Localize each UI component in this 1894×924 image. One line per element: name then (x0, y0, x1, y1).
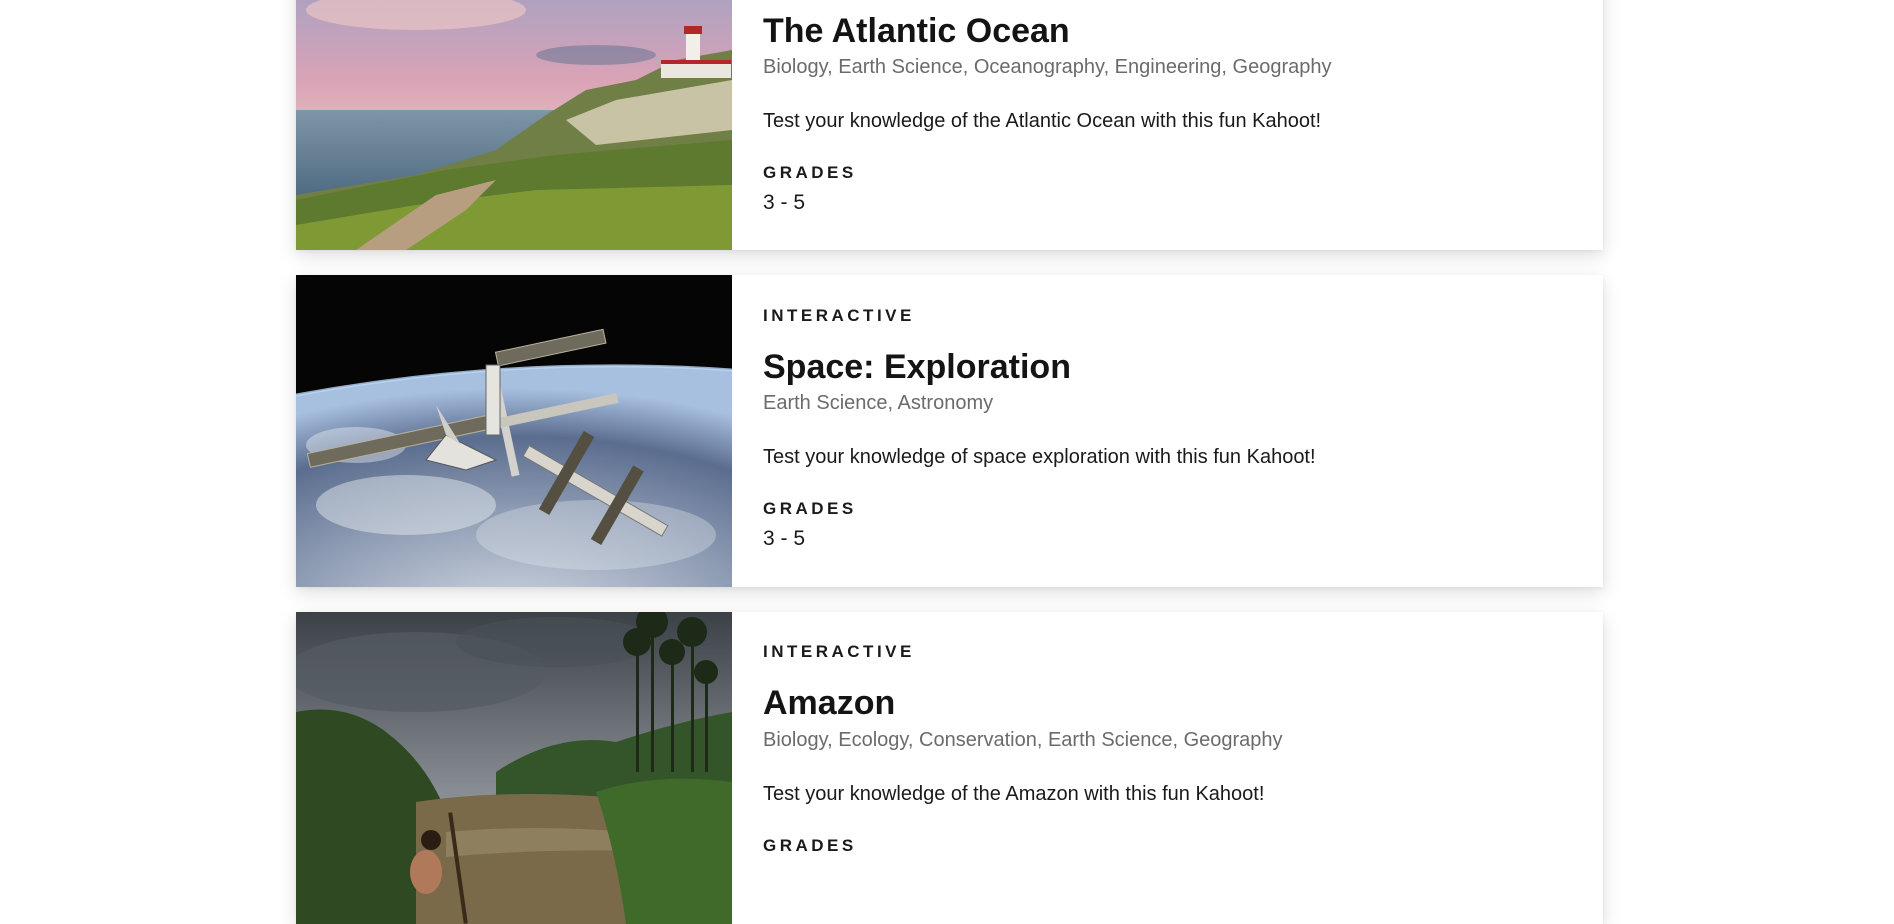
amazon-thumbnail[interactable] (296, 612, 732, 924)
grades-label: GRADES (763, 836, 857, 855)
grades-label: GRADES (763, 499, 857, 518)
resource-card-atlantic-ocean[interactable]: The Atlantic Ocean Biology, Earth Scienc… (296, 0, 1603, 250)
grades-value: 3 - 5 (763, 527, 806, 550)
resource-subjects: Earth Science, Astronomy (763, 392, 994, 414)
resource-card-amazon[interactable]: INTERACTIVE Amazon Biology, Ecology, Con… (296, 612, 1603, 924)
resource-subjects: Biology, Earth Science, Oceanography, En… (763, 56, 1332, 78)
resource-type-label: INTERACTIVE (763, 306, 915, 325)
space-station-image (296, 275, 732, 587)
resource-description: Test your knowledge of space exploration… (763, 446, 1316, 468)
resource-subjects: Biology, Ecology, Conservation, Earth Sc… (763, 729, 1283, 751)
resource-title[interactable]: Space: Exploration (763, 348, 1071, 387)
grades-label: GRADES (763, 163, 857, 182)
resource-title[interactable]: Amazon (763, 684, 895, 723)
space-exploration-thumbnail[interactable] (296, 275, 732, 587)
atlantic-ocean-thumbnail[interactable] (296, 0, 732, 250)
resource-description: Test your knowledge of the Atlantic Ocea… (763, 110, 1322, 132)
resource-title[interactable]: The Atlantic Ocean (763, 12, 1070, 51)
amazon-river-image (296, 612, 732, 924)
resource-type-label: INTERACTIVE (763, 642, 915, 661)
grades-value: 3 - 5 (763, 191, 806, 214)
resource-card-space-exploration[interactable]: INTERACTIVE Space: Exploration Earth Sci… (296, 275, 1603, 587)
coastal-lighthouse-image (296, 0, 732, 250)
resource-description: Test your knowledge of the Amazon with t… (763, 783, 1265, 805)
